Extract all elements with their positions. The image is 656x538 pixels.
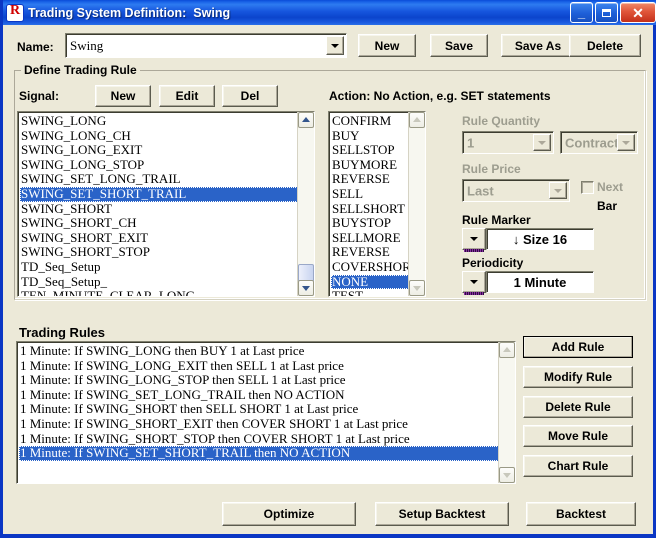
next-bar-label-line2: Bar xyxy=(597,199,618,213)
chevron-down-icon[interactable] xyxy=(462,228,486,252)
action-list-scrollbar[interactable] xyxy=(408,112,425,296)
signal-list-items[interactable]: SWING_LONG SWING_LONG_CH SWING_LONG_EXIT SW… xyxy=(20,114,314,296)
rule-marker-dropdown[interactable]: ↓ Size 16 xyxy=(462,228,594,252)
scroll-up-icon[interactable] xyxy=(298,112,314,128)
chevron-down-icon[interactable] xyxy=(549,182,567,199)
next-bar-label-line1: Next xyxy=(597,180,624,194)
chevron-down-icon[interactable] xyxy=(462,271,486,295)
next-bar-checkbox[interactable] xyxy=(581,181,594,194)
signal-list-item[interactable]: SWING_LONG_CH xyxy=(20,128,314,144)
signal-list-item[interactable]: SWING_SHORT xyxy=(20,201,314,217)
rule-marker-label: Rule Marker xyxy=(462,213,531,227)
save-as-button[interactable]: Save As xyxy=(501,34,575,57)
scroll-down-icon[interactable] xyxy=(298,280,314,296)
signal-list-item[interactable]: TD_Seq_Setup_ xyxy=(20,274,314,290)
rule-price-value: Last xyxy=(467,183,494,198)
modify-rule-button[interactable]: Modify Rule xyxy=(523,366,633,388)
app-r-icon xyxy=(7,3,23,21)
trading-rule-item[interactable]: 1 Minute: If SWING_SET_SHORT_TRAIL then … xyxy=(19,446,515,461)
setup-backtest-button[interactable]: Setup Backtest xyxy=(375,502,509,526)
add-rule-button[interactable]: Add Rule xyxy=(523,336,633,358)
signal-list-item[interactable]: TEN_MINUTE_CLEAR_LONG xyxy=(20,289,314,296)
signal-list-item[interactable]: SWING_LONG_EXIT xyxy=(20,143,314,158)
periodicity-dropdown[interactable]: 1 Minute xyxy=(462,271,594,295)
action-listbox[interactable]: CONFIRM BUY SELLSTOP BUYMORE REVERSE SELL SELL… xyxy=(328,111,426,297)
chevron-down-icon[interactable] xyxy=(326,36,344,55)
signal-list-item[interactable]: SWING_LONG_STOP xyxy=(20,157,314,173)
trading-rules-title: Trading Rules xyxy=(19,325,105,340)
chevron-down-icon[interactable] xyxy=(617,134,635,151)
scroll-down-icon[interactable] xyxy=(499,467,515,483)
signal-list-item[interactable]: SWING_SHORT_STOP xyxy=(20,245,314,260)
rule-price-label: Rule Price xyxy=(462,162,521,176)
trading-rule-item[interactable]: 1 Minute: If SWING_LONG then BUY 1 at La… xyxy=(19,344,515,359)
periodicity-label: Periodicity xyxy=(462,256,524,270)
signal-listbox[interactable]: SWING_LONG SWING_LONG_CH SWING_LONG_EXIT SW… xyxy=(17,111,315,297)
window-title: Trading System Definition: Swing xyxy=(28,5,231,20)
rule-quantity-unit-combobox[interactable]: Contracts xyxy=(560,131,638,154)
title-bar[interactable]: Trading System Definition: Swing _ ✕ xyxy=(3,0,656,25)
trading-rule-item[interactable]: 1 Minute: If SWING_SHORT then SELL SHORT… xyxy=(19,402,515,417)
name-value: Swing xyxy=(70,37,104,53)
trading-rule-item[interactable]: 1 Minute: If SWING_LONG_EXIT then SELL 1… xyxy=(19,358,515,374)
periodicity-value: 1 Minute xyxy=(486,271,594,293)
maximize-button[interactable] xyxy=(595,2,618,23)
signal-del-button[interactable]: Del xyxy=(222,85,278,107)
delete-rule-button[interactable]: Delete Rule xyxy=(523,396,633,418)
trading-rule-item[interactable]: 1 Minute: If SWING_SHORT_STOP then COVER… xyxy=(19,431,515,447)
scroll-down-icon[interactable] xyxy=(409,280,425,296)
signal-list-item[interactable]: SWING_LONG xyxy=(20,114,314,129)
rule-quantity-value: 1 xyxy=(467,135,475,150)
trading-system-definition-window: Trading System Definition: Swing _ ✕ Nam… xyxy=(0,0,656,538)
chevron-down-icon[interactable] xyxy=(533,134,551,151)
signal-list-item[interactable]: SWING_SHORT_EXIT xyxy=(20,230,314,246)
trading-rule-item[interactable]: 1 Minute: If SWING_LONG_STOP then SELL 1… xyxy=(19,373,515,388)
signal-label: Signal: xyxy=(19,89,60,103)
move-rule-button[interactable]: Move Rule xyxy=(523,425,633,447)
save-button[interactable]: Save xyxy=(430,34,488,57)
trading-rules-scrollbar[interactable] xyxy=(498,342,515,483)
delete-button[interactable]: Delete xyxy=(569,34,641,57)
signal-new-button[interactable]: New xyxy=(95,85,151,107)
action-label: Action: No Action, e.g. SET statements xyxy=(329,89,551,103)
define-trading-rule-title: Define Trading Rule xyxy=(21,63,140,77)
signal-edit-button[interactable]: Edit xyxy=(159,85,215,107)
signal-list-item[interactable]: SWING_SET_SHORT_TRAIL xyxy=(20,186,314,202)
signal-list-scrollbar[interactable] xyxy=(297,112,314,296)
minimize-icon: _ xyxy=(577,5,586,20)
scroll-up-icon[interactable] xyxy=(409,112,425,128)
rule-quantity-combobox[interactable]: 1 xyxy=(462,131,554,154)
trading-rule-item[interactable]: 1 Minute: If SWING_SET_LONG_TRAIL then N… xyxy=(19,387,515,403)
rule-price-combobox[interactable]: Last xyxy=(462,179,570,202)
chart-rule-button[interactable]: Chart Rule xyxy=(523,455,633,477)
trading-rules-listbox[interactable]: 1 Minute: If SWING_LONG then BUY 1 at La… xyxy=(16,341,516,484)
signal-list-item[interactable]: SWING_SET_LONG_TRAIL xyxy=(20,172,314,187)
new-system-button[interactable]: New xyxy=(358,34,416,57)
name-combobox[interactable]: Swing xyxy=(65,33,347,58)
close-icon: ✕ xyxy=(632,4,644,21)
rule-quantity-label: Rule Quantity xyxy=(462,114,541,128)
signal-list-item[interactable]: SWING_SHORT_CH xyxy=(20,216,314,231)
scroll-up-icon[interactable] xyxy=(499,342,515,358)
name-label: Name: xyxy=(17,40,54,54)
trading-rule-item[interactable]: 1 Minute: If SWING_SHORT_EXIT then COVER… xyxy=(19,416,515,432)
maximize-icon xyxy=(601,8,611,17)
trading-rules-items[interactable]: 1 Minute: If SWING_LONG then BUY 1 at La… xyxy=(19,344,515,483)
minimize-button[interactable]: _ xyxy=(570,2,593,23)
signal-list-item[interactable]: TD_Seq_Setup xyxy=(20,259,314,275)
rule-marker-value: ↓ Size 16 xyxy=(486,228,594,250)
backtest-button[interactable]: Backtest xyxy=(526,502,636,526)
optimize-button[interactable]: Optimize xyxy=(222,502,356,526)
close-button[interactable]: ✕ xyxy=(620,2,656,23)
window-controls: _ ✕ xyxy=(568,2,656,23)
